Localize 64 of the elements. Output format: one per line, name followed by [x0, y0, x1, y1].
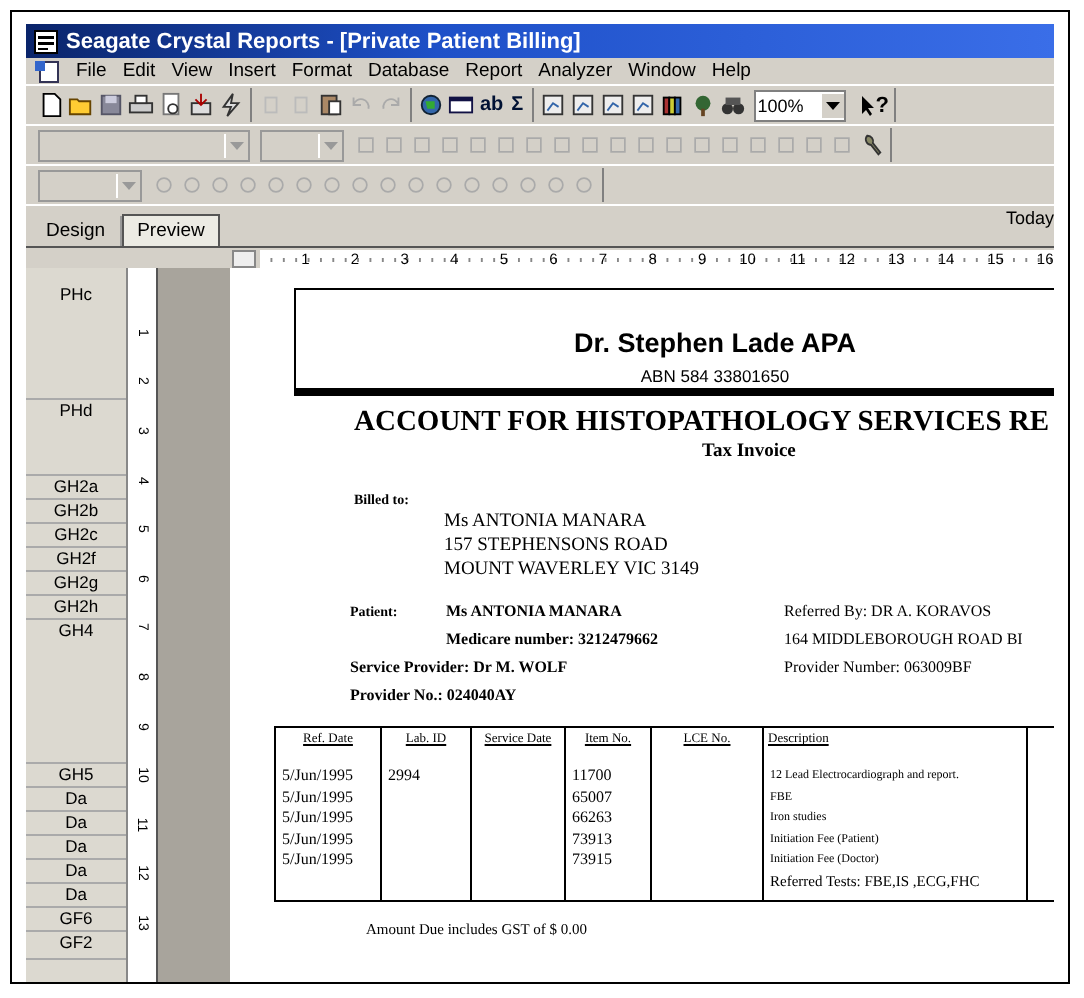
report-subtitle: Tax Invoice	[702, 442, 798, 462]
abn-number: ABN 584 33801650	[640, 366, 790, 386]
table-cell: 5/Jun/1995	[282, 850, 354, 868]
ruler-origin-marker	[232, 249, 256, 267]
books-icon[interactable]	[659, 92, 686, 118]
table-cell: 5/Jun/1995	[282, 766, 354, 784]
menu-item[interactable]: Format	[291, 60, 352, 82]
export-icon[interactable]	[188, 92, 214, 118]
table-icon[interactable]	[448, 92, 474, 118]
caret-icon	[122, 181, 136, 189]
document-icon[interactable]	[34, 59, 60, 83]
caret-icon	[230, 141, 244, 149]
address-line: 157 STEPHENSONS ROAD	[444, 534, 670, 558]
object-dropdown[interactable]	[38, 169, 142, 201]
window-title: Seagate Crystal Reports - [Private Patient Billing]	[66, 29, 581, 53]
tab[interactable]: Preview	[121, 214, 221, 246]
practice-name: Dr. Stephen Lade APA	[573, 328, 857, 358]
cursor-icon	[861, 95, 876, 115]
table-cell: 5/Jun/1995	[282, 829, 354, 847]
font-dropdown[interactable]	[38, 129, 250, 161]
table-cell: 5/Jun/1995	[282, 808, 354, 826]
chart-icon[interactable]	[539, 92, 566, 118]
report-app-icon	[34, 29, 58, 53]
table-cell: 2994	[388, 766, 420, 784]
menu-item[interactable]: View	[171, 60, 213, 82]
provider-number: Provider No.: 024040AY	[350, 684, 519, 708]
lightning-icon[interactable]	[218, 92, 244, 118]
binoculars-icon[interactable]	[719, 92, 746, 118]
printer-icon[interactable]	[128, 92, 154, 118]
referred-by: Referred By: DR A. KORAVOS	[784, 600, 994, 624]
table-cell: 73913	[572, 829, 612, 847]
table-cell: 65007	[572, 787, 612, 805]
toolbar-button[interactable]: Σ	[509, 94, 526, 116]
menu-item[interactable]: Analyzer	[538, 60, 613, 82]
preview-icon[interactable]	[158, 92, 184, 118]
menu-item[interactable]: Help	[711, 60, 751, 82]
menu-item[interactable]: Insert	[228, 60, 276, 82]
date-label: Today	[1005, 208, 1054, 228]
page-icon[interactable]	[38, 92, 64, 118]
report-title: ACCOUNT FOR HISTOPATHOLOGY SERVICES RE	[354, 406, 1052, 440]
referrer-address: 164 MIDDLEBOROUGH ROAD BI	[784, 628, 1023, 652]
table-cell: 73915	[572, 850, 612, 868]
address-line: MOUNT WAVERLEY VIC 3149	[444, 558, 701, 582]
referrer-provider-number: Provider Number: 063009BF	[784, 656, 974, 680]
address-line: Ms ANTONIA MANARA	[444, 510, 649, 534]
menu-item[interactable]: Edit	[122, 60, 156, 82]
toolbar-button[interactable]: ab	[478, 94, 506, 116]
caret-icon	[324, 141, 338, 149]
service-provider: Service Provider: Dr M. WOLF	[350, 656, 570, 680]
menu-item[interactable]: Window	[628, 60, 696, 82]
table-cell: 5/Jun/1995	[282, 787, 354, 805]
help-button[interactable]: ?	[861, 93, 889, 117]
patient-name: Ms ANTONIA MANARA	[446, 600, 622, 624]
paste-icon[interactable]	[318, 92, 344, 118]
zoom-dropdown[interactable]: 100%	[753, 89, 846, 121]
medicare-number: Medicare number: 3212479662	[444, 628, 661, 652]
globe-icon[interactable]	[418, 92, 444, 118]
table-cell: 66263	[572, 808, 612, 826]
caret-icon	[825, 101, 840, 109]
menu-item[interactable]: Report	[465, 60, 523, 82]
menu-item[interactable]: File	[76, 60, 107, 82]
table-cell: 11700	[572, 766, 612, 784]
menu-item[interactable]: Database	[367, 60, 450, 82]
font-size-dropdown[interactable]	[260, 129, 344, 161]
